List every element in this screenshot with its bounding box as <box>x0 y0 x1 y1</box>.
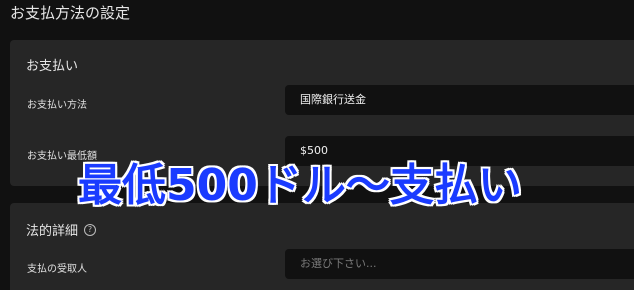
legal-details-title-row: 法的詳細 ? <box>26 220 97 239</box>
minimum-payment-value: $500 <box>300 144 328 157</box>
payment-method-field[interactable]: 国際銀行送金 <box>285 85 634 115</box>
payment-method-value: 国際銀行送金 <box>300 93 366 106</box>
payment-settings-screen: お支払方法の設定 お支払い お支払い方法 国際銀行送金 お支払い最低額 $500… <box>0 0 634 290</box>
help-icon[interactable]: ? <box>84 223 97 236</box>
overlay-caption: 最低500ドル〜支払い <box>78 160 522 211</box>
legal-details-section: 法的詳細 ? 支払の受取人 <box>10 203 634 290</box>
payment-method-label: お支払い方法 <box>27 100 87 111</box>
recipient-input[interactable] <box>300 257 630 270</box>
payment-section-title: お支払い <box>26 59 79 74</box>
recipient-select[interactable] <box>285 249 634 279</box>
recipient-label: 支払の受取人 <box>27 264 87 275</box>
legal-details-title: 法的詳細 <box>26 224 79 239</box>
page-title: お支払方法の設定 <box>10 4 131 22</box>
